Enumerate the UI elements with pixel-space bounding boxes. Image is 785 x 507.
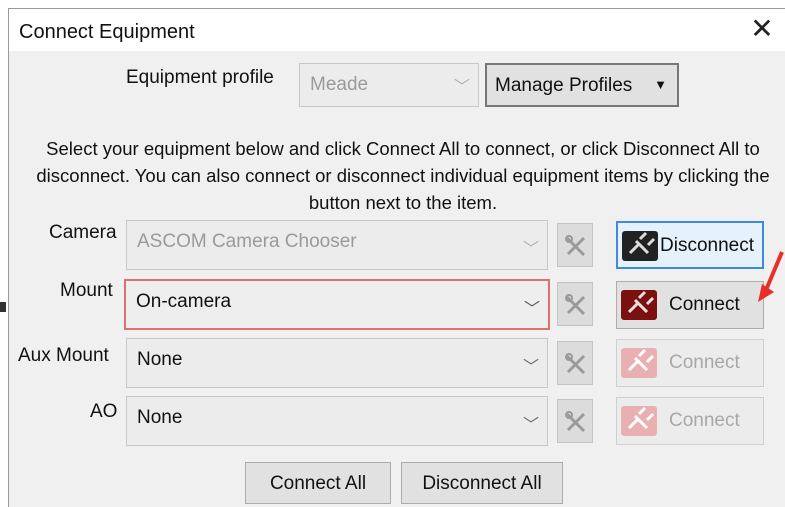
mount-connect-label: Connect bbox=[669, 294, 740, 315]
aux-mount-value: None bbox=[137, 349, 183, 370]
ao-connect-button[interactable]: Connect bbox=[616, 397, 764, 445]
aux-mount-label: Aux Mount bbox=[18, 345, 109, 366]
annotation-arrow bbox=[758, 251, 784, 302]
connect-all-button[interactable]: Connect All bbox=[245, 462, 391, 504]
equipment-profile-value: Meade bbox=[310, 74, 369, 95]
tools-icon bbox=[565, 411, 586, 433]
chevron-down-icon: ﹀ bbox=[523, 301, 540, 318]
ao-setup-button[interactable] bbox=[557, 399, 593, 443]
caret-down-icon: ▼ bbox=[654, 77, 667, 92]
manage-profiles-label: Manage Profiles bbox=[495, 75, 633, 96]
ao-connect-label: Connect bbox=[669, 410, 740, 431]
close-button[interactable]: ✕ bbox=[744, 13, 780, 47]
manage-profiles-button[interactable]: Manage Profiles ▼ bbox=[485, 63, 679, 107]
disconnect-all-button[interactable]: Disconnect All bbox=[401, 462, 563, 504]
aux-mount-setup-button[interactable] bbox=[557, 341, 593, 385]
tools-icon bbox=[565, 235, 586, 257]
mount-connect-button[interactable]: Connect bbox=[616, 281, 764, 329]
tools-icon bbox=[565, 353, 586, 375]
connect-all-label: Connect All bbox=[269, 473, 367, 494]
equipment-profile-label: Equipment profile bbox=[126, 67, 274, 88]
mount-value: On-camera bbox=[136, 291, 232, 312]
camera-value: ASCOM Camera Chooser bbox=[137, 231, 357, 252]
edge-marker bbox=[0, 302, 6, 312]
mount-label: Mount bbox=[60, 280, 113, 301]
camera-disconnect-button[interactable]: Disconnect bbox=[616, 221, 764, 269]
aux-mount-connect-label: Connect bbox=[669, 352, 740, 373]
disconnect-all-label: Disconnect All bbox=[422, 473, 542, 494]
plug-icon bbox=[621, 348, 657, 378]
mount-setup-button[interactable] bbox=[557, 282, 593, 326]
chevron-down-icon: ﹀ bbox=[522, 417, 539, 434]
chevron-down-icon: ﹀ bbox=[522, 241, 539, 258]
ao-label: AO bbox=[90, 401, 118, 422]
camera-label: Camera bbox=[49, 222, 117, 243]
plug-icon bbox=[621, 406, 657, 436]
camera-setup-button[interactable] bbox=[557, 223, 593, 267]
plug-icon bbox=[621, 290, 657, 320]
aux-mount-dropdown[interactable]: None ﹀ bbox=[126, 338, 548, 388]
mount-dropdown[interactable]: On-camera ﹀ bbox=[124, 279, 550, 330]
chevron-down-icon: ﹀ bbox=[453, 79, 470, 96]
camera-disconnect-label: Disconnect bbox=[660, 235, 754, 256]
ao-dropdown[interactable]: None ﹀ bbox=[126, 396, 548, 446]
window-title: Connect Equipment bbox=[19, 21, 195, 43]
aux-mount-connect-button[interactable]: Connect bbox=[616, 339, 764, 387]
close-icon: ✕ bbox=[750, 13, 774, 44]
dialog-window: Connect Equipment ✕ Equipment profile Me… bbox=[8, 8, 785, 507]
tools-icon bbox=[565, 294, 586, 316]
camera-dropdown[interactable]: ASCOM Camera Chooser ﹀ bbox=[126, 220, 548, 270]
ao-value: None bbox=[137, 407, 183, 428]
chevron-down-icon: ﹀ bbox=[522, 359, 539, 376]
instructions-text: Select your equipment below and click Co… bbox=[36, 138, 770, 213]
equipment-profile-dropdown[interactable]: Meade ﹀ bbox=[299, 63, 479, 107]
title-bar: Connect Equipment ✕ bbox=[9, 9, 785, 51]
plug-icon bbox=[622, 231, 658, 261]
